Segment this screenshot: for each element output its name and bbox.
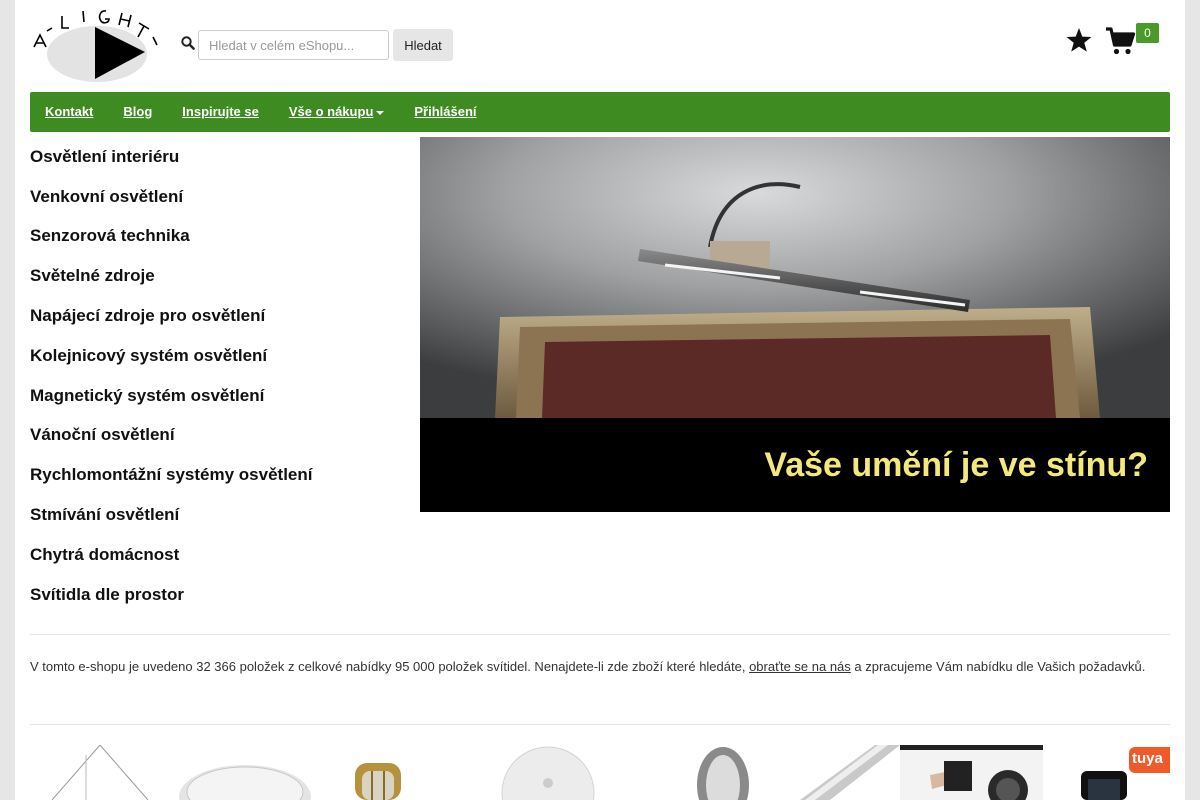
category-rychlomontazni-systemy[interactable]: Rychlomontážní systémy osvětlení [30, 465, 312, 485]
category-svitidla-dle-prostor[interactable]: Svítidla dle prostor [30, 585, 184, 605]
site-logo[interactable] [31, 5, 163, 85]
category-senzorova-technika[interactable]: Senzorová technika [30, 226, 190, 246]
chevron-down-icon [376, 110, 385, 115]
tuya-logo-label: tuya [1132, 750, 1163, 767]
thumbnail-ceiling-light[interactable] [175, 745, 315, 800]
page: Hledat 0 Kontakt Blog Inspirujte se Vše … [15, 0, 1185, 800]
thumbnail-tuya-smart-home[interactable]: tuya [1043, 745, 1170, 800]
nav-prihlaseni[interactable]: Přihlášení [414, 104, 476, 119]
thumbnail-led-strip[interactable] [635, 745, 775, 800]
contact-us-link[interactable]: obraťte se na nás [749, 659, 851, 674]
cart-icon[interactable] [1105, 26, 1137, 56]
thumbnail-pendant-lamp[interactable] [30, 745, 170, 800]
wishlist-star-icon[interactable] [1065, 26, 1093, 54]
thumbnail-track-spotlight[interactable] [900, 745, 1043, 800]
thumbnail-aluminium-profile[interactable] [770, 745, 900, 800]
category-napajeci-zdroje[interactable]: Napájecí zdroje pro osvětlení [30, 306, 265, 326]
product-thumbnail-strip: tuya [30, 745, 1170, 800]
nav-inspirujte-se[interactable]: Inspirujte se [182, 104, 259, 119]
cart-count-badge[interactable]: 0 [1136, 23, 1159, 43]
nav-vse-o-nakupu-label: Vše o nákupu [288, 104, 374, 119]
divider [30, 634, 1170, 635]
category-svetelne-zdroje[interactable]: Světelné zdroje [30, 266, 155, 286]
main-navbar: Kontakt Blog Inspirujte se Vše o nákupu … [30, 92, 1170, 132]
search-button[interactable]: Hledat [393, 29, 453, 61]
thumbnail-round-panel[interactable] [460, 745, 600, 800]
category-vanocni-osvetleni[interactable]: Vánoční osvětlení [30, 425, 175, 445]
nav-blog[interactable]: Blog [123, 104, 152, 119]
info-paragraph: V tomto e-shopu je uvedeno 32 366 polože… [30, 657, 1150, 676]
nav-vse-o-nakupu[interactable]: Vše o nákupu [289, 104, 385, 119]
info-text-after: a zpracujeme Vám nabídku dle Vašich poža… [850, 659, 1146, 674]
thumbnail-brass-wall-light[interactable] [320, 745, 460, 800]
logo-mark [33, 10, 158, 82]
category-osvetleni-interieru[interactable]: Osvětlení interiéru [30, 147, 179, 167]
category-kolejnicovy-system[interactable]: Kolejnicový systém osvětlení [30, 346, 267, 366]
search-input[interactable] [198, 30, 389, 60]
search-icon [181, 36, 195, 50]
category-magneticky-system[interactable]: Magnetický systém osvětlení [30, 386, 264, 406]
promo-banner[interactable]: Vaše umění je ve stínu? [420, 137, 1170, 512]
nav-kontakt[interactable]: Kontakt [45, 104, 93, 119]
divider [30, 724, 1170, 725]
banner-picture-light-image [420, 137, 1170, 418]
category-venkovni-osvetleni[interactable]: Venkovní osvětlení [30, 187, 183, 207]
banner-caption: Vaše umění je ve stínu? [764, 445, 1148, 484]
category-menu: Osvětlení interiéru Venkovní osvětlení S… [30, 137, 410, 615]
category-stmivani-osvetleni[interactable]: Stmívání osvětlení [30, 505, 179, 525]
info-text-before: V tomto e-shopu je uvedeno 32 366 polože… [30, 659, 750, 674]
category-chytra-domacnost[interactable]: Chytrá domácnost [30, 545, 179, 565]
